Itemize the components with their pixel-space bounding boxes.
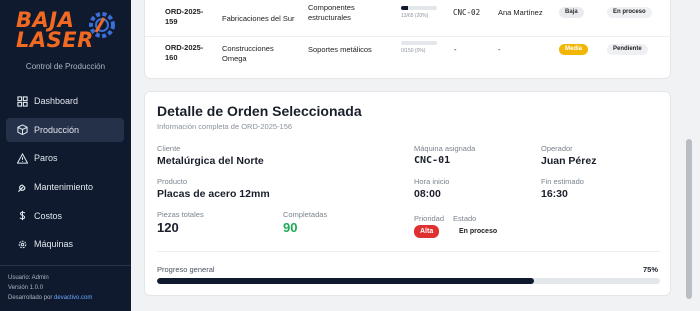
- operator-value: Juan Pérez: [541, 155, 597, 167]
- order-progress: 0/150 (0%): [401, 41, 437, 54]
- sidebar-item-label: Dashboard: [34, 96, 79, 106]
- sidebar-item-maquinas[interactable]: Máquinas: [6, 232, 124, 256]
- client-label: Cliente: [157, 144, 181, 153]
- overall-progress-bar: [157, 278, 660, 284]
- client-name: Fabricaciones del Sur: [222, 14, 295, 23]
- start-time-label: Hora inicio: [414, 177, 450, 186]
- grid-icon: [16, 95, 28, 107]
- priority-badge: Media: [559, 44, 589, 55]
- developer-prefix: Desarrollado por: [8, 295, 55, 301]
- detail-title: Detalle de Orden Seleccionada: [157, 103, 362, 119]
- total-pieces-label: Piezas totales: [157, 210, 204, 219]
- warning-icon: [16, 152, 28, 164]
- sidebar-item-paros[interactable]: Paros: [6, 146, 124, 170]
- order-id: ORD-2025- 160: [165, 43, 204, 62]
- progress-bar: [401, 6, 437, 10]
- priority-badge: Alta: [414, 225, 440, 238]
- completed-label: Completadas: [283, 210, 328, 219]
- sidebar-item-label: Costos: [34, 210, 63, 221]
- machine-code: CNC-02: [453, 8, 481, 17]
- progress-text: 0/150 (0%): [401, 48, 426, 54]
- detail-divider: [157, 251, 660, 252]
- overall-progress-percent: 75%: [642, 265, 658, 274]
- progress-text: 13/65 (20%): [401, 13, 429, 19]
- machine-label: Máquina asignada: [414, 144, 476, 153]
- app-subtitle: Control de Producción: [25, 62, 106, 71]
- priority-badge: Baja: [559, 7, 584, 18]
- end-time-value: 16:30: [541, 188, 568, 200]
- product-name: Componentes estructurales: [308, 3, 355, 22]
- sidebar-item-label: Máquinas: [34, 239, 74, 250]
- status-badge: En proceso: [607, 7, 652, 18]
- progress-bar: [401, 41, 437, 45]
- overall-progress-label: Progreso general: [157, 265, 215, 274]
- scrollbar-thumb[interactable]: [686, 139, 692, 299]
- operator-name: Ana Martínez: [498, 8, 543, 17]
- machine-value: CNC-01: [414, 155, 451, 166]
- sidebar-item-costos[interactable]: Costos: [6, 204, 124, 228]
- sidebar-divider: [0, 265, 131, 266]
- product-value: Placas de acero 12mm: [157, 188, 270, 200]
- sidebar-item-mantenimiento[interactable]: Mantenimiento: [6, 175, 124, 199]
- table-row[interactable]: ORD-2025- 159 Fabricaciones del Sur Comp…: [145, 1, 672, 37]
- start-time-value: 08:00: [414, 188, 441, 200]
- total-pieces-value: 120: [157, 220, 179, 235]
- user-info: Usuario: Admin: [8, 275, 49, 281]
- sidebar-item-produccion[interactable]: Producción: [6, 117, 124, 142]
- detail-subtitle: Información completa de ORD-2025-156: [157, 122, 293, 131]
- sidebar: BAJA LASER Control de Producción Dashboa…: [0, 0, 131, 311]
- developer-link[interactable]: devactivo.com: [54, 295, 92, 301]
- sidebar-item-label: Mantenimiento: [34, 182, 94, 193]
- dollar-icon: [16, 210, 28, 222]
- status-label: Estado: [453, 214, 477, 223]
- logo-gear-icon: [89, 12, 115, 38]
- end-time-label: Fin estimado: [541, 177, 584, 186]
- product-name: Soportes metálicos: [308, 45, 372, 54]
- baja-laser-logo: BAJA LASER: [14, 8, 118, 58]
- table-row[interactable]: ORD-2025- 160 Construcciones Omega Sopor…: [145, 37, 672, 73]
- developer-info: Desarrollado por devactivo.com: [8, 295, 92, 301]
- status-badge: En proceso: [459, 228, 498, 235]
- order-detail-card: Detalle de Orden Seleccionada Informació…: [144, 91, 671, 296]
- orders-table-card: ORD-2025- 159 Fabricaciones del Sur Comp…: [144, 0, 672, 79]
- client-value: Metalúrgica del Norte: [157, 155, 264, 167]
- machine-code: -: [453, 45, 458, 54]
- priority-label: Prioridad: [414, 214, 445, 223]
- operator-label: Operador: [541, 144, 573, 153]
- client-name: Construcciones Omega: [222, 44, 274, 63]
- sidebar-item-label: Paros: [34, 153, 58, 164]
- order-id: ORD-2025- 159: [165, 7, 204, 26]
- operator-name: -: [498, 45, 501, 54]
- box-icon: [16, 124, 28, 136]
- product-label: Producto: [157, 177, 188, 186]
- sidebar-item-dashboard[interactable]: Dashboard: [6, 89, 124, 113]
- order-progress: 13/65 (20%): [401, 6, 437, 19]
- wrench-icon: [16, 181, 28, 193]
- sidebar-item-label: Producción: [34, 124, 80, 135]
- status-badge: Pendiente: [607, 44, 648, 55]
- version-info: Versión 1.0.0: [8, 285, 44, 291]
- gear-icon: [16, 238, 28, 250]
- sidebar-nav: Dashboard Producción Paros Mantenimiento…: [6, 89, 124, 261]
- completed-value: 90: [283, 220, 298, 235]
